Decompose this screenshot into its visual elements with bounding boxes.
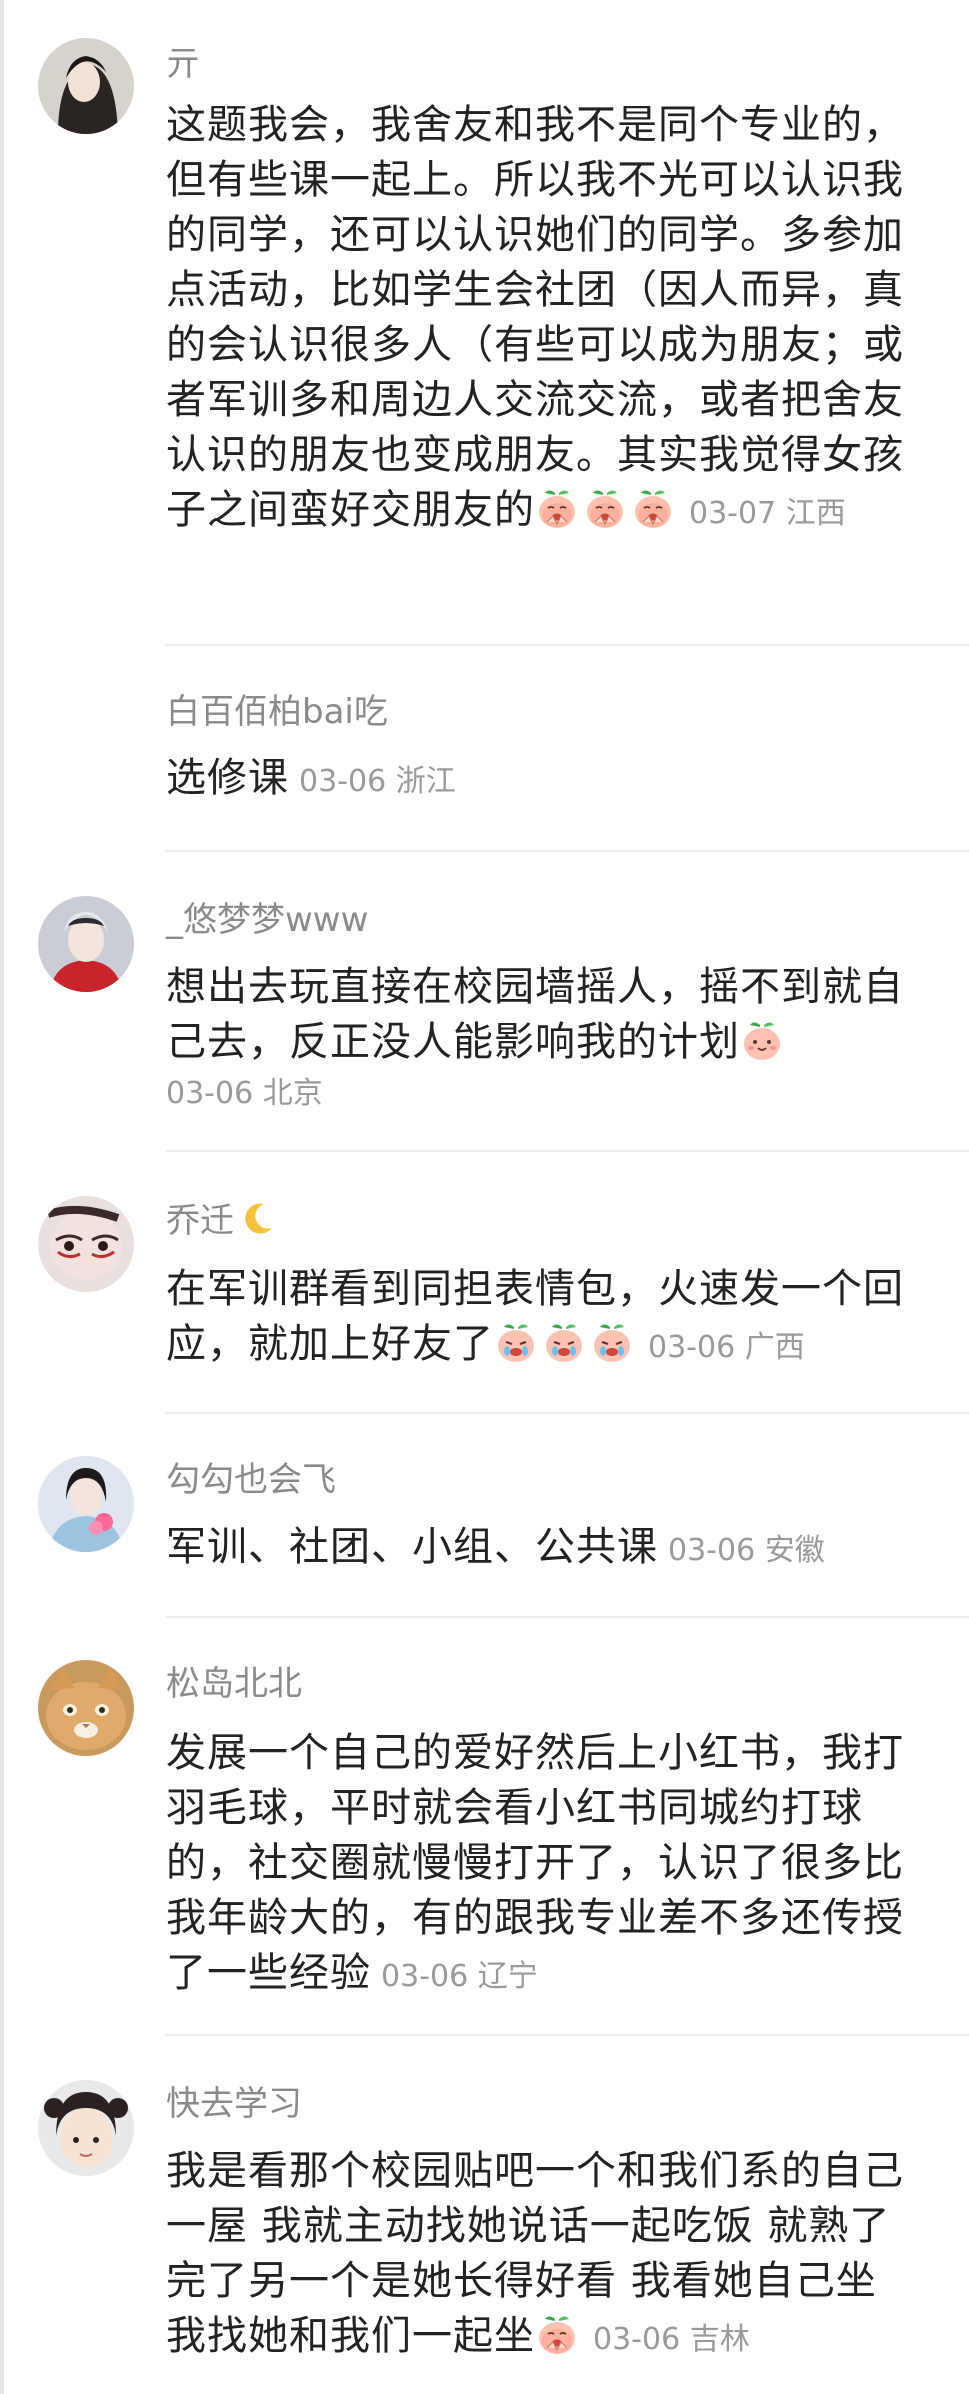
avatar[interactable] [38, 1660, 134, 1756]
comment-meta: 03-06 安徽 [668, 1533, 825, 1568]
comment-body: 军训、社团、小组、公共课 [166, 1524, 658, 1570]
avatar[interactable] [38, 38, 134, 134]
username[interactable]: 松岛北北 [166, 1662, 302, 1706]
peach-cry-emoji [542, 1321, 586, 1365]
comment-meta: 03-06 广西 [648, 1330, 805, 1365]
comment-body: 发展一个自己的爱好然后上小红书，我打羽毛球，平时就会看小红书同城约打球的，社交圈… [166, 1730, 904, 1996]
page-left-edge [0, 0, 4, 2394]
divider [166, 1616, 969, 1618]
username-text: 乔迁 [166, 1201, 234, 1241]
comment-body: 这题我会，我舍友和我不是同个专业的，但有些课一起上。所以我不光可以认识我的同学，… [166, 102, 904, 533]
peach-pray-emoji [535, 487, 579, 531]
comment-text: 选修课 03-06 浙江 [166, 751, 926, 809]
comment-meta: 03-06 吉林 [593, 2322, 750, 2357]
comment-meta: 03-07 江西 [689, 496, 846, 531]
comment-text: 军训、社团、小组、公共课 03-06 安徽 [166, 1520, 926, 1578]
comment-text: 我是看那个校园贴吧一个和我们系的自己一屋 我就主动找她说话一起吃饭 就熟了 完了… [166, 2144, 926, 2367]
comment-text: 想出去玩直接在校园墙摇人，摇不到就自己去，反正没人能影响我的计划 [166, 960, 926, 1070]
avatar[interactable] [38, 1456, 134, 1552]
comment-text: 这题我会，我舍友和我不是同个专业的，但有些课一起上。所以我不光可以认识我的同学，… [166, 98, 926, 541]
comment-text: 在军训群看到同担表情包，火速发一个回应，就加上好友了 03-06 广西 [166, 1262, 926, 1375]
username[interactable]: 白百佰柏bai吃 [166, 690, 388, 734]
username[interactable]: 勾勾也会飞 [166, 1458, 336, 1502]
comment-text: 发展一个自己的爱好然后上小红书，我打羽毛球，平时就会看小红书同城约打球的，社交圈… [166, 1726, 926, 2004]
peach-cry-emoji [590, 1321, 634, 1365]
divider [166, 644, 969, 646]
comment-body: 想出去玩直接在校园墙摇人，摇不到就自己去，反正没人能影响我的计划 [166, 964, 904, 1065]
peach-pray-emoji [631, 487, 675, 531]
username[interactable]: 乔迁 [166, 1198, 278, 1243]
comment-meta: 03-06 辽宁 [381, 1959, 538, 1994]
comment-meta: 03-06 北京 [166, 1076, 323, 1111]
peach-pray-emoji [583, 487, 627, 531]
peach-smile-emoji [740, 1019, 784, 1063]
divider [166, 1150, 969, 1152]
peach-cry-emoji [494, 1321, 538, 1365]
peach-pray-emoji [535, 2313, 579, 2357]
divider [166, 850, 969, 852]
avatar[interactable] [38, 2080, 134, 2176]
avatar[interactable] [38, 1196, 134, 1292]
comment-body: 选修课 [166, 755, 289, 801]
username[interactable]: 快去学习 [166, 2082, 302, 2126]
avatar[interactable] [38, 896, 134, 992]
crescent-moon-icon [238, 1198, 278, 1238]
divider [166, 1412, 969, 1414]
username[interactable]: 亓 [166, 42, 200, 86]
comment-meta: 03-06 浙江 [299, 764, 456, 799]
divider [166, 2034, 969, 2036]
username[interactable]: _悠梦梦www [166, 898, 368, 942]
